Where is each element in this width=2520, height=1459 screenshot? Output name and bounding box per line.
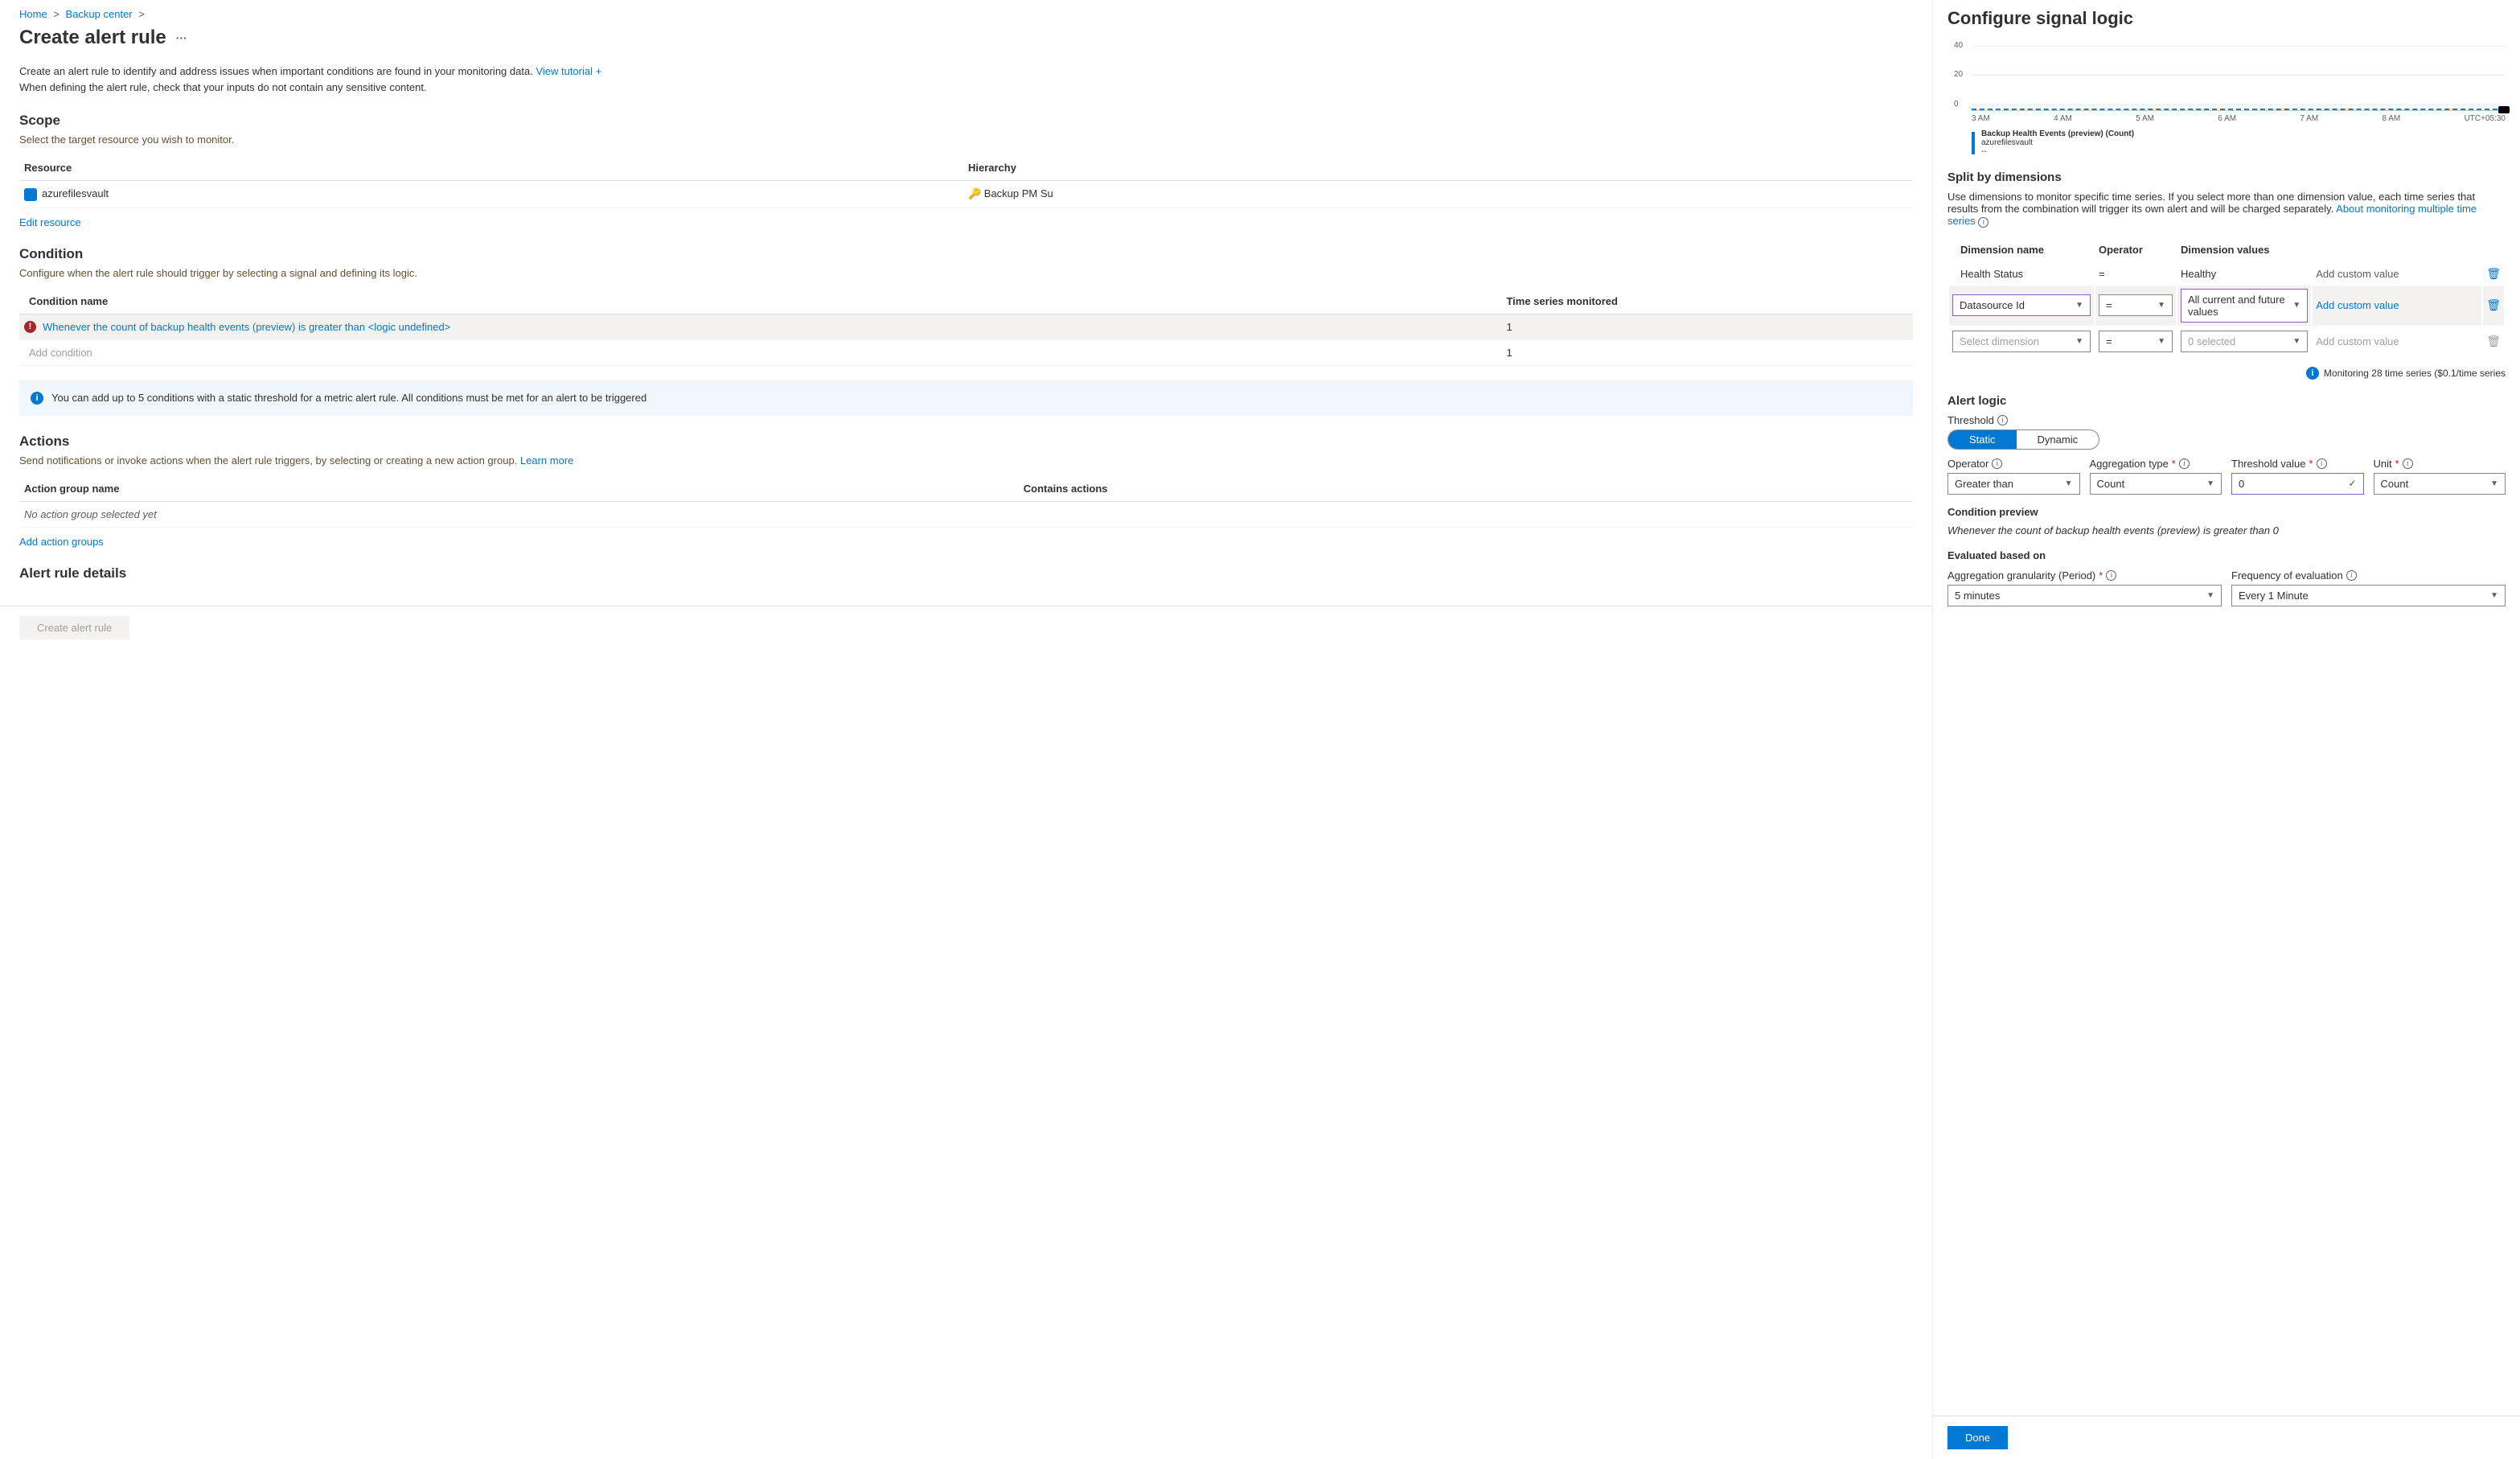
info-circle-icon[interactable]: i (2346, 570, 2357, 581)
signal-chart: 40 20 0 3 AM 4 AM 5 AM 6 AM 7 AM 8 AM UT… (1947, 39, 2506, 156)
condition-row[interactable]: ! Whenever the count of backup health eve… (19, 314, 1913, 340)
chevron-down-icon: ▼ (2065, 479, 2073, 488)
dimension-row-datasource: Datasource Id▼ =▼ All current and future… (1949, 286, 2504, 326)
scope-row: azurefilesvault 🔑 Backup PM Su (19, 181, 1913, 208)
chart-legend-color (1972, 132, 1975, 154)
toggle-dynamic[interactable]: Dynamic (2017, 430, 2099, 449)
scope-col-hierarchy: Hierarchy (963, 155, 1913, 181)
aggregation-granularity-select[interactable]: 5 minutes▼ (1947, 585, 2222, 606)
error-icon: ! (24, 321, 36, 333)
page-title: Create alert rule ··· (19, 27, 1913, 49)
chevron-down-icon: ▼ (2157, 301, 2165, 310)
intro-text: Create an alert rule to identify and add… (19, 64, 1913, 95)
create-alert-rule-button[interactable]: Create alert rule (19, 616, 129, 639)
info-icon: i (2306, 367, 2319, 380)
actions-learn-more-link[interactable]: Learn more (520, 454, 573, 466)
info-circle-icon[interactable]: i (2317, 458, 2327, 469)
info-circle-icon[interactable]: i (1997, 415, 2008, 425)
actions-col-contains: Contains actions (1019, 476, 1913, 502)
dimensions-table: Dimension name Operator Dimension values… (1947, 236, 2506, 357)
scope-heading: Scope (19, 113, 1913, 129)
check-icon: ✓ (2348, 478, 2356, 489)
chevron-down-icon: ▼ (2292, 337, 2300, 346)
actions-heading: Actions (19, 434, 1913, 450)
key-icon: 🔑 (968, 187, 981, 199)
threshold-label: Threshold i (1947, 414, 2506, 426)
dimension-values-select[interactable]: All current and future values▼ (2181, 289, 2308, 323)
add-custom-value-link[interactable]: Add custom value (2316, 299, 2399, 311)
vault-icon (24, 188, 37, 201)
trash-icon: 🗑 (2486, 335, 2501, 347)
dimension-name-select[interactable]: Datasource Id▼ (1952, 294, 2091, 316)
more-actions-button[interactable]: ··· (176, 31, 187, 44)
threshold-toggle[interactable]: Static Dynamic (1947, 429, 2099, 450)
dimension-op-select[interactable]: =▼ (2099, 331, 2173, 352)
chevron-down-icon: ▼ (2206, 591, 2214, 600)
condition-table: Condition name Time series monitored ! Wh… (19, 289, 1913, 367)
dimension-values-select[interactable]: 0 selected▼ (2181, 331, 2308, 352)
split-dimensions-desc: Use dimensions to monitor specific time … (1947, 191, 2506, 228)
done-button[interactable]: Done (1947, 1426, 2008, 1449)
info-circle-icon[interactable]: i (1992, 458, 2002, 469)
actions-table: Action group name Contains actions No ac… (19, 476, 1913, 528)
scope-subtext: Select the target resource you wish to m… (19, 134, 1913, 146)
chevron-down-icon: ▼ (2206, 479, 2214, 488)
info-circle-icon[interactable]: i (1978, 217, 1989, 228)
operator-select[interactable]: Greater than▼ (1947, 473, 2080, 495)
chart-end-marker (2498, 106, 2510, 113)
chevron-down-icon: ▼ (2157, 337, 2165, 346)
threshold-value-input[interactable]: 0✓ (2231, 473, 2364, 495)
alert-rule-details-heading: Alert rule details (19, 565, 1913, 582)
add-custom-value[interactable]: Add custom value (2316, 335, 2399, 347)
actions-subtext: Send notifications or invoke actions whe… (19, 454, 1913, 466)
monitoring-note: i Monitoring 28 time series ($0.1/time s… (1947, 367, 2506, 380)
unit-select[interactable]: Count▼ (2374, 473, 2506, 495)
dimension-op-select[interactable]: =▼ (2099, 294, 2173, 316)
add-custom-value[interactable]: Add custom value (2316, 268, 2399, 280)
add-condition-row[interactable]: Add condition 1 (19, 340, 1913, 366)
info-circle-icon[interactable]: i (2403, 458, 2413, 469)
panel-title: Configure signal logic (1947, 8, 2506, 29)
condition-preview-text: Whenever the count of backup health even… (1947, 524, 2506, 536)
actions-col-name: Action group name (19, 476, 1019, 502)
trash-icon[interactable]: 🗑 (2486, 298, 2501, 311)
evaluated-heading: Evaluated based on (1947, 549, 2506, 561)
chevron-down-icon: ▼ (2075, 301, 2083, 310)
condition-col-ts: Time series monitored (1501, 289, 1913, 314)
chevron-down-icon: ▼ (2490, 479, 2498, 488)
condition-subtext: Configure when the alert rule should tri… (19, 267, 1913, 279)
info-circle-icon[interactable]: i (2179, 458, 2190, 469)
chevron-down-icon: ▼ (2490, 591, 2498, 600)
scope-table: Resource Hierarchy azurefilesvault 🔑 Bac… (19, 155, 1913, 208)
condition-preview-heading: Condition preview (1947, 506, 2506, 518)
add-action-groups-link[interactable]: Add action groups (19, 536, 104, 548)
breadcrumb-backup-center[interactable]: Backup center (66, 8, 133, 20)
chart-threshold-line (1972, 109, 2506, 110)
dimension-row-health: Health Status = Healthy Add custom value… (1949, 264, 2504, 284)
split-dimensions-heading: Split by dimensions (1947, 171, 2506, 184)
condition-info-box: i You can add up to 5 conditions with a … (19, 380, 1913, 416)
alert-logic-heading: Alert logic (1947, 394, 2506, 408)
scope-col-resource: Resource (19, 155, 963, 181)
breadcrumb: Home > Backup center > (19, 8, 1913, 20)
condition-name-link[interactable]: Whenever the count of backup health even… (43, 321, 450, 333)
actions-empty-row: No action group selected yet (19, 502, 1913, 528)
chevron-down-icon: ▼ (2075, 337, 2083, 346)
frequency-select[interactable]: Every 1 Minute▼ (2231, 585, 2506, 606)
dimension-name-select[interactable]: Select dimension▼ (1952, 331, 2091, 352)
edit-resource-link[interactable]: Edit resource (19, 216, 81, 228)
breadcrumb-home[interactable]: Home (19, 8, 47, 20)
condition-heading: Condition (19, 246, 1913, 262)
toggle-static[interactable]: Static (1948, 430, 2017, 449)
info-circle-icon[interactable]: i (2106, 570, 2116, 581)
dimension-row-empty: Select dimension▼ =▼ 0 selected▼ Add cus… (1949, 327, 2504, 356)
condition-col-name: Condition name (19, 289, 1501, 314)
view-tutorial-link[interactable]: View tutorial + (536, 65, 601, 77)
info-icon: i (31, 392, 43, 405)
chevron-down-icon: ▼ (2292, 301, 2300, 310)
aggregation-type-select[interactable]: Count▼ (2090, 473, 2222, 495)
trash-icon[interactable]: 🗑 (2486, 267, 2501, 280)
